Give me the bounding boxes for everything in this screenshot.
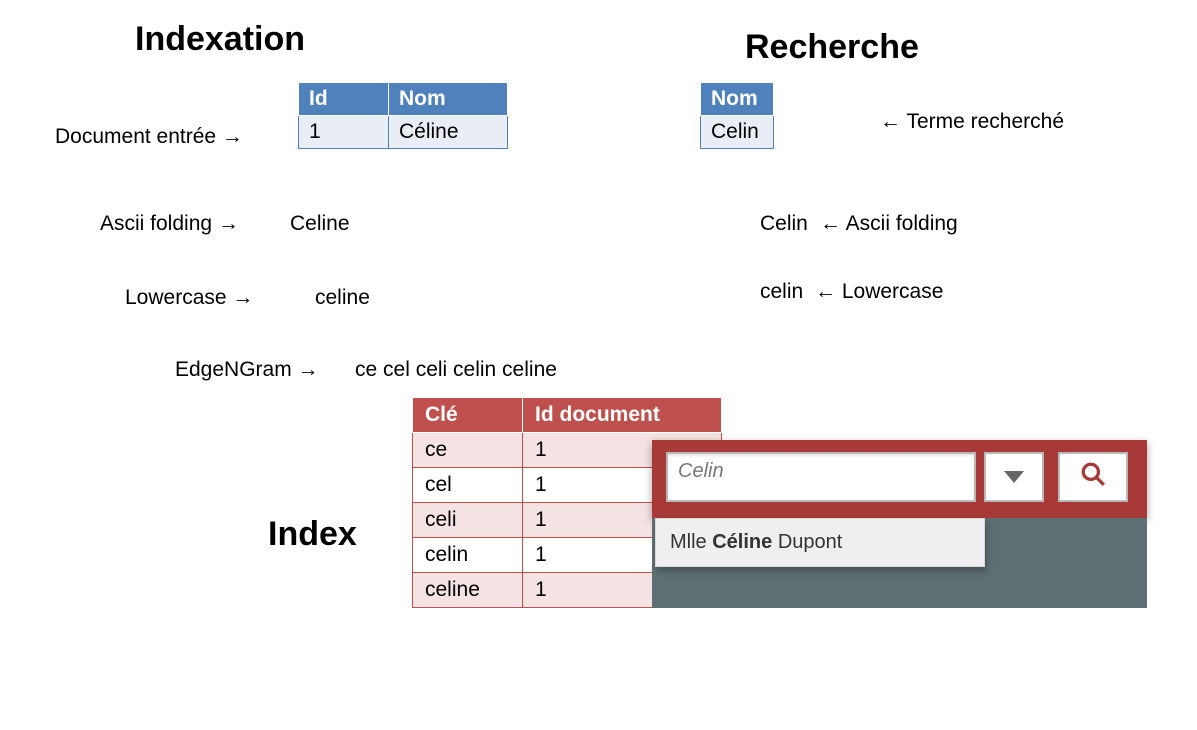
th-id: Id	[299, 83, 389, 116]
step-terme: ← Terme recherché	[880, 110, 1064, 134]
th-id-doc: Id document	[523, 398, 722, 433]
step-ascii: Ascii folding →	[100, 212, 239, 236]
step-lowercase: Lowercase →	[125, 286, 253, 310]
step-rech-ascii: ← Ascii folding	[820, 212, 958, 236]
dropdown-button[interactable]	[984, 452, 1044, 502]
suggestion-suffix: Dupont	[772, 531, 842, 553]
value-rech-ascii: Celin	[760, 212, 808, 236]
th-rech-nom: Nom	[701, 83, 774, 116]
recherche-table: Nom Celin	[700, 82, 774, 149]
th-nom: Nom	[389, 83, 508, 116]
suggestion-match: Céline	[712, 531, 772, 553]
search-button[interactable]	[1058, 452, 1128, 502]
th-cle: Clé	[413, 398, 523, 433]
value-edgengram: ce cel celi celin celine	[355, 358, 557, 382]
step-edgengram: EdgeNGram →	[175, 358, 319, 382]
value-lowercase: celine	[315, 286, 370, 310]
indexation-table: Id Nom 1 Céline	[298, 82, 508, 149]
suggestion-prefix: Mlle	[670, 531, 712, 553]
value-rech-lower: celin	[760, 280, 803, 304]
search-input[interactable]: Celin	[666, 452, 976, 502]
td-id: 1	[299, 116, 389, 149]
heading-indexation: Indexation	[135, 20, 305, 59]
td-rech-value: Celin	[701, 116, 774, 149]
value-ascii: Celine	[290, 212, 350, 236]
td-nom: Céline	[389, 116, 508, 149]
heading-recherche: Recherche	[745, 28, 919, 67]
heading-index: Index	[268, 515, 357, 554]
step-doc-entry: Document entrée →	[55, 125, 243, 149]
chevron-down-icon	[1004, 471, 1024, 483]
search-icon	[1080, 461, 1106, 493]
search-suggestion[interactable]: Mlle Céline Dupont	[655, 518, 985, 567]
step-rech-lower: ← Lowercase	[815, 280, 943, 304]
